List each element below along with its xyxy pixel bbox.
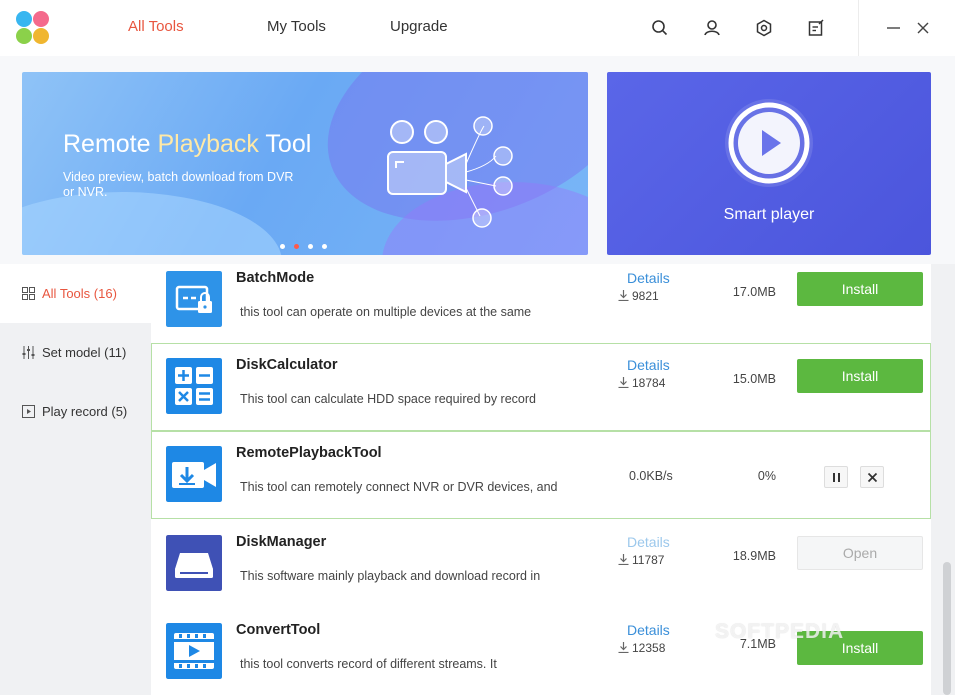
sidebar-item-all-tools[interactable]: All Tools (16) <box>0 264 151 323</box>
details-link[interactable]: Details <box>627 270 670 286</box>
tool-name: ConvertTool <box>236 622 321 638</box>
convert-tool-icon <box>166 623 222 679</box>
banner-pagination <box>280 236 336 254</box>
tool-row-diskcalculator: DiskCalculator This tool can calculate H… <box>151 343 931 431</box>
download-icon <box>618 554 629 566</box>
window-controls-divider <box>858 0 859 56</box>
tool-size: 17.0MB <box>732 285 776 299</box>
install-button[interactable]: Install <box>797 359 923 393</box>
batchmode-icon <box>166 271 222 327</box>
camera-illustration-icon <box>387 116 513 228</box>
banner-dot-4[interactable] <box>322 244 327 249</box>
tool-row-remoteplaybacktool: RemotePlaybackTool This tool can remotel… <box>151 431 931 519</box>
sliders-icon <box>22 346 35 359</box>
list-scrollbar[interactable] <box>943 562 951 695</box>
sidebar-item-label: Set model (11) <box>42 345 127 360</box>
remote-playback-icon <box>166 446 222 502</box>
download-count: 9821 <box>618 289 659 303</box>
tool-description: this tool converts record of different s… <box>240 657 497 671</box>
install-button[interactable]: Install <box>797 272 923 306</box>
details-link[interactable]: Details <box>627 534 670 550</box>
tool-description: This tool can remotely connect NVR or DV… <box>240 480 558 494</box>
download-count: 12358 <box>618 641 665 655</box>
smart-player-label: Smart player <box>723 206 815 223</box>
search-icon[interactable] <box>650 18 670 38</box>
minimize-icon[interactable] <box>884 18 904 38</box>
tool-description: This software mainly playback and downlo… <box>240 569 541 583</box>
banner-remote-playback[interactable]: Remote Playback Tool Video preview, batc… <box>22 72 588 255</box>
sidebar-item-label: All Tools (16) <box>42 286 117 301</box>
cancel-download-button[interactable] <box>860 466 884 488</box>
tab-upgrade[interactable]: Upgrade <box>390 18 448 35</box>
banner-smart-player[interactable]: Smart player <box>607 72 931 255</box>
disk-manager-icon <box>166 535 222 591</box>
tab-all-tools[interactable]: All Tools <box>128 18 184 35</box>
calculator-icon <box>166 358 222 414</box>
top-bar: All Tools My Tools Upgrade <box>0 0 955 56</box>
pause-button[interactable] <box>824 466 848 488</box>
tool-size: 15.0MB <box>732 372 776 386</box>
download-speed: 0.0KB/s <box>629 469 673 483</box>
open-button[interactable]: Open <box>797 536 923 570</box>
banner-title: Remote Playback Tool <box>63 130 312 158</box>
watermark: SOFTPEDIA <box>715 620 845 643</box>
play-circle-icon <box>725 99 813 187</box>
tool-row-batchmode: BatchMode this tool can operate on multi… <box>151 264 931 344</box>
tab-my-tools[interactable]: My Tools <box>267 18 326 35</box>
user-icon[interactable] <box>702 18 722 38</box>
download-icon <box>618 290 629 302</box>
banner-dot-3[interactable] <box>308 244 313 249</box>
sidebar-item-set-model[interactable]: Set model (11) <box>0 323 151 382</box>
tool-name: DiskCalculator <box>236 357 338 373</box>
download-icon <box>618 377 629 389</box>
tool-name: DiskManager <box>236 534 327 550</box>
tool-description: this tool can operate on multiple device… <box>240 305 532 319</box>
download-icon <box>618 642 629 654</box>
banner-dot-1[interactable] <box>280 244 285 249</box>
download-progress: 0% <box>757 469 776 483</box>
sidebar-item-label: Play record (5) <box>42 404 128 419</box>
tool-description: This tool can calculate HDD space requir… <box>240 392 536 406</box>
close-icon <box>867 472 878 483</box>
grid-icon <box>22 287 35 300</box>
settings-icon[interactable] <box>754 18 774 38</box>
banner-subtitle: Video preview, batch download from DVR o… <box>63 170 294 199</box>
details-link[interactable]: Details <box>627 622 670 638</box>
banner-dot-2[interactable] <box>294 244 299 249</box>
tool-name: RemotePlaybackTool <box>236 445 382 461</box>
close-icon[interactable] <box>913 18 933 38</box>
tool-row-diskmanager: DiskManager This software mainly playbac… <box>151 520 931 608</box>
download-count: 11787 <box>618 553 664 567</box>
download-count: 18784 <box>618 376 665 390</box>
banner-area: Remote Playback Tool Video preview, batc… <box>0 56 955 264</box>
notes-icon[interactable] <box>806 18 826 38</box>
pause-icon <box>833 473 840 482</box>
details-link[interactable]: Details <box>627 357 670 373</box>
play-record-icon <box>22 405 35 418</box>
sidebar: All Tools (16) Set model (11) Play recor… <box>0 264 151 695</box>
sidebar-item-play-record[interactable]: Play record (5) <box>0 382 151 441</box>
tool-size: 18.9MB <box>732 549 776 563</box>
tool-name: BatchMode <box>236 270 315 286</box>
app-logo-icon <box>16 11 50 45</box>
